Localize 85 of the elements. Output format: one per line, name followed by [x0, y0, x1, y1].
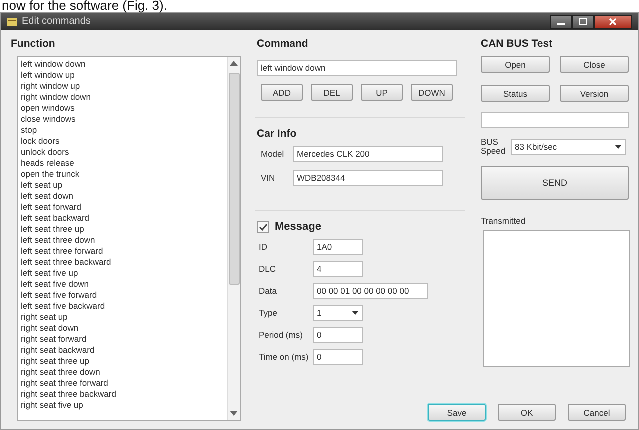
list-item[interactable]: left seat three forward — [21, 246, 224, 257]
field-label: Data — [258, 286, 278, 296]
list-item[interactable]: right seat up — [21, 312, 224, 323]
message-checkbox[interactable] — [257, 221, 269, 233]
list-item[interactable]: left seat forward — [21, 202, 224, 213]
list-item[interactable]: left seat five up — [21, 268, 224, 279]
send-button[interactable]: SEND — [481, 166, 629, 200]
list-item[interactable]: open windows — [21, 103, 224, 114]
field-label: Period (ms) — [258, 330, 304, 340]
app-icon — [6, 16, 18, 28]
group-title: Command — [257, 38, 310, 50]
input-field[interactable]: 4 — [313, 261, 363, 277]
list-item[interactable]: right seat three backward — [21, 389, 224, 400]
input-field[interactable]: 0 — [313, 349, 363, 365]
speed-dropdown[interactable]: 83 Kbit/sec — [511, 139, 626, 155]
field-label: ID — [258, 242, 268, 252]
list-item[interactable]: stop — [21, 125, 224, 136]
list-item[interactable]: right seat down — [21, 323, 224, 334]
scrollbar[interactable] — [227, 57, 240, 420]
can-button[interactable]: Version — [560, 85, 629, 102]
command-field[interactable]: left window down — [257, 60, 457, 76]
can-button[interactable]: Open — [481, 56, 550, 73]
command-button[interactable]: ADD — [261, 84, 303, 101]
caption-text: now for the software (Fig. 3). — [1, 0, 168, 12]
close-icon — [609, 18, 617, 26]
maximize-button[interactable] — [572, 14, 594, 28]
list-item[interactable]: left window up — [21, 70, 224, 81]
dialog-button[interactable]: OK — [498, 404, 556, 421]
list-item[interactable]: left seat five forward — [21, 290, 224, 301]
list-item[interactable]: unlock doors — [21, 147, 224, 158]
dropdown-arrow-icon — [615, 145, 622, 149]
list-item[interactable]: right seat backward — [21, 345, 224, 356]
input-field[interactable]: Mercedes CLK 200 — [293, 146, 443, 162]
field-label: Model — [261, 149, 286, 159]
scroll-up-icon[interactable] — [230, 61, 238, 66]
status-field[interactable] — [481, 112, 629, 128]
dialog-button[interactable]: Save — [428, 404, 486, 421]
list-item[interactable]: right seat five up — [21, 400, 224, 411]
group-title: Car Info — [257, 128, 298, 140]
dropdown-arrow-icon — [352, 311, 359, 315]
field-label: Time on (ms) — [258, 352, 310, 362]
list-item[interactable]: right window down — [21, 92, 224, 103]
list-item[interactable]: open the trunck — [21, 169, 224, 180]
list-item[interactable]: left seat three up — [21, 224, 224, 235]
group-title: Function — [11, 38, 56, 50]
can-button[interactable]: Close — [560, 56, 629, 73]
input-field[interactable]: 0 — [313, 327, 363, 343]
list-item[interactable]: heads release — [21, 158, 224, 169]
list-item[interactable]: left seat down — [21, 191, 224, 202]
window-title: Edit commands — [22, 16, 91, 27]
list-item[interactable]: left seat five down — [21, 279, 224, 290]
group-title: CAN BUS Test — [481, 38, 554, 50]
command-button[interactable]: DOWN — [411, 84, 453, 101]
field-label: BUS Speed — [481, 138, 505, 156]
maximize-icon — [579, 18, 587, 25]
type-dropdown[interactable]: 1 — [313, 305, 363, 321]
scroll-down-icon[interactable] — [230, 411, 238, 416]
field-label: DLC — [258, 264, 278, 274]
close-button[interactable] — [594, 14, 632, 28]
list-item[interactable]: right seat three up — [21, 356, 224, 367]
list-item[interactable]: right window up — [21, 81, 224, 92]
list-item[interactable]: left seat five backward — [21, 301, 224, 312]
list-item[interactable]: right seat three forward — [21, 378, 224, 389]
command-button[interactable]: UP — [361, 84, 403, 101]
list-item[interactable]: left seat backward — [21, 213, 224, 224]
list-item[interactable]: lock doors — [21, 136, 224, 147]
field-label: Type — [258, 308, 278, 318]
function-list[interactable] — [17, 56, 241, 421]
list-item[interactable]: close windows — [21, 114, 224, 125]
list-item[interactable]: left seat three backward — [21, 257, 224, 268]
group-title: Message — [275, 221, 322, 233]
minimize-button[interactable] — [550, 14, 572, 28]
dialog-button[interactable]: Cancel — [568, 404, 626, 421]
list-item[interactable]: left seat three down — [21, 235, 224, 246]
list-item[interactable]: left seat up — [21, 180, 224, 191]
command-button[interactable]: DEL — [311, 84, 353, 101]
field-label: VIN — [261, 173, 276, 183]
list-item[interactable]: right seat three down — [21, 367, 224, 378]
input-field[interactable]: 00 00 01 00 00 00 00 00 — [313, 283, 428, 299]
can-button[interactable]: Status — [481, 85, 550, 102]
field-label: Transmitted — [481, 216, 527, 226]
list-item[interactable]: right seat forward — [21, 334, 224, 345]
input-field[interactable]: WDB208344 — [293, 170, 443, 186]
input-field[interactable]: 1A0 — [313, 239, 363, 255]
list-item[interactable]: left window down — [21, 59, 224, 70]
